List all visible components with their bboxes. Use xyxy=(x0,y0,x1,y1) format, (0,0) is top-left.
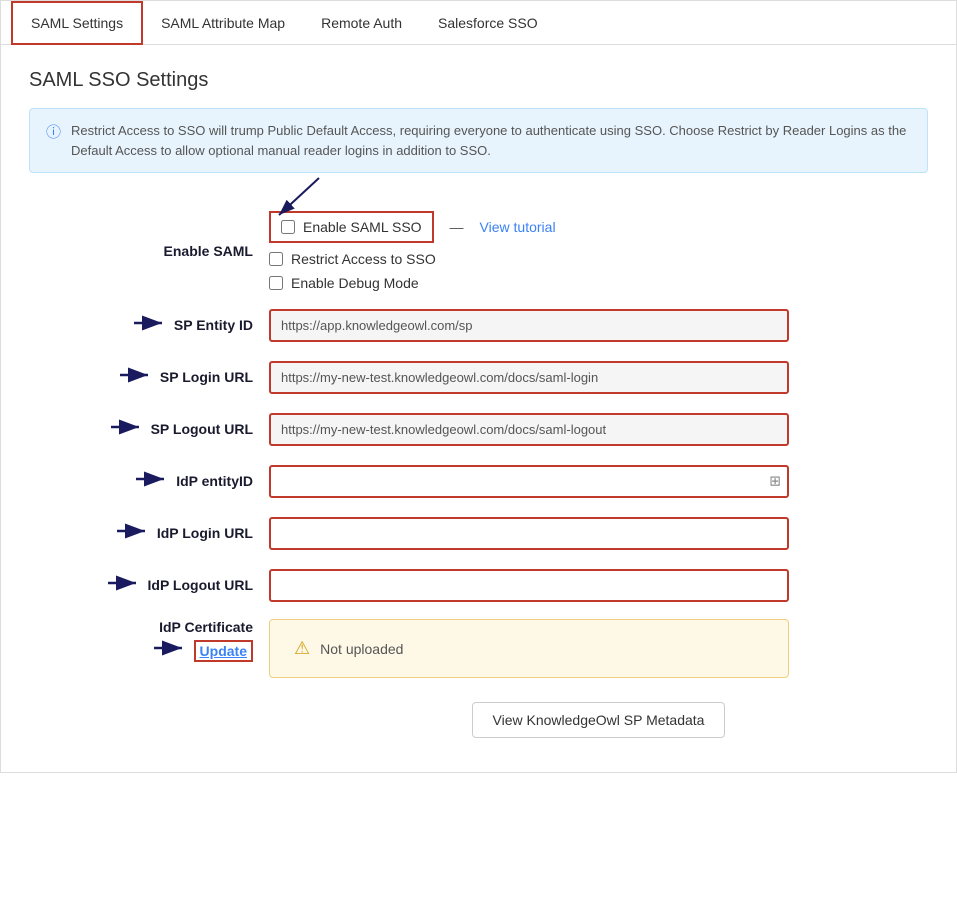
arrow-svg5 xyxy=(115,523,151,539)
arrow-svg4 xyxy=(134,471,170,487)
tab-salesforce-sso[interactable]: Salesforce SSO xyxy=(420,1,556,44)
idp-entity-id-control: ⊞ xyxy=(269,465,928,498)
arrow-icon-sp-login xyxy=(118,366,154,389)
sp-entity-id-label: SP Entity ID xyxy=(29,314,269,337)
sp-logout-url-label: SP Logout URL xyxy=(29,418,269,441)
cert-update-wrapper: Update xyxy=(152,639,253,662)
tabs-bar: SAML Settings SAML Attribute Map Remote … xyxy=(1,1,956,45)
info-banner: ⓘ Restrict Access to SSO will trump Publ… xyxy=(29,108,928,173)
arrow-icon-idp-login xyxy=(115,522,151,545)
tab-remote-auth[interactable]: Remote Auth xyxy=(303,1,420,44)
not-uploaded-text: Not uploaded xyxy=(320,641,403,657)
restrict-access-checkbox[interactable] xyxy=(269,252,283,266)
tab-saml-attribute-map[interactable]: SAML Attribute Map xyxy=(143,1,303,44)
grid-icon: ⊞ xyxy=(769,473,781,490)
sp-entity-id-row: SP Entity ID xyxy=(29,307,928,343)
enable-debug-checkbox[interactable] xyxy=(269,276,283,290)
sp-logout-url-row: SP Logout URL xyxy=(29,411,928,447)
idp-logout-url-label: IdP Logout URL xyxy=(29,574,269,597)
enable-saml-sso-checkbox[interactable] xyxy=(281,220,295,234)
idp-entity-id-row: IdP entityID ⊞ xyxy=(29,463,928,499)
enable-saml-sso-label: Enable SAML SSO xyxy=(303,219,422,235)
info-icon: ⓘ xyxy=(46,122,61,145)
update-link[interactable]: Update xyxy=(194,640,253,662)
arrow-svg6 xyxy=(106,575,142,591)
enable-saml-label: Enable SAML xyxy=(29,243,269,259)
sp-entity-id-input[interactable] xyxy=(269,309,789,342)
arrow-svg3 xyxy=(109,419,145,435)
tab-saml-settings[interactable]: SAML Settings xyxy=(11,1,143,45)
enable-debug-row: Enable Debug Mode xyxy=(269,275,928,291)
idp-login-url-control xyxy=(269,517,928,550)
view-tutorial-link[interactable]: View tutorial xyxy=(480,219,556,235)
main-content: SAML SSO Settings ⓘ Restrict Access to S… xyxy=(1,45,956,772)
not-uploaded-box: ⚠ Not uploaded xyxy=(269,619,789,678)
metadata-row: View KnowledgeOwl SP Metadata xyxy=(29,702,928,738)
idp-entity-id-input[interactable] xyxy=(269,465,789,498)
idp-logout-url-input[interactable] xyxy=(269,569,789,602)
page-container: SAML Settings SAML Attribute Map Remote … xyxy=(0,0,957,773)
idp-login-url-label: IdP Login URL xyxy=(29,522,269,545)
idp-entity-input-wrapper: ⊞ xyxy=(269,465,789,498)
idp-cert-label: IdP Certificate xyxy=(29,619,269,662)
checkbox-group: Enable SAML SSO — View tutorial Restrict… xyxy=(269,211,928,291)
idp-login-url-input[interactable] xyxy=(269,517,789,550)
arrow-icon-sp-entity xyxy=(132,314,168,337)
arrow-svg7 xyxy=(152,640,188,656)
sp-login-url-control xyxy=(269,361,928,394)
section-title: SAML SSO Settings xyxy=(29,69,928,92)
sp-logout-url-input[interactable] xyxy=(269,413,789,446)
restrict-access-label: Restrict Access to SSO xyxy=(291,251,436,267)
enable-saml-row: Enable SAML xyxy=(29,211,928,291)
form-section: Enable SAML xyxy=(29,201,928,748)
enable-saml-sso-row: Enable SAML SSO — View tutorial xyxy=(269,211,928,243)
arrow-icon-idp-entity xyxy=(134,470,170,493)
idp-entity-id-label: IdP entityID xyxy=(29,470,269,493)
sp-login-url-input[interactable] xyxy=(269,361,789,394)
arrow-icon-sp-logout xyxy=(109,418,145,441)
sp-entity-id-control xyxy=(269,309,928,342)
metadata-button[interactable]: View KnowledgeOwl SP Metadata xyxy=(472,702,726,738)
arrow-icon-idp-cert xyxy=(152,639,188,662)
info-banner-text: Restrict Access to SSO will trump Public… xyxy=(71,121,911,160)
arrow-icon-idp-logout xyxy=(106,574,142,597)
dash-separator: — xyxy=(450,219,464,235)
idp-cert-row: IdP Certificate xyxy=(29,619,928,678)
idp-logout-url-control xyxy=(269,569,928,602)
enable-saml-controls: Enable SAML SSO — View tutorial Restrict… xyxy=(269,211,928,291)
sp-logout-url-control xyxy=(269,413,928,446)
idp-logout-url-row: IdP Logout URL xyxy=(29,567,928,603)
restrict-access-row: Restrict Access to SSO xyxy=(269,251,928,267)
arrow-svg xyxy=(132,315,168,331)
idp-login-url-row: IdP Login URL xyxy=(29,515,928,551)
enable-saml-sso-box: Enable SAML SSO xyxy=(269,211,434,243)
enable-debug-label: Enable Debug Mode xyxy=(291,275,419,291)
sp-login-url-label: SP Login URL xyxy=(29,366,269,389)
warning-icon: ⚠ xyxy=(294,638,310,659)
sp-login-url-row: SP Login URL xyxy=(29,359,928,395)
arrow-svg2 xyxy=(118,367,154,383)
